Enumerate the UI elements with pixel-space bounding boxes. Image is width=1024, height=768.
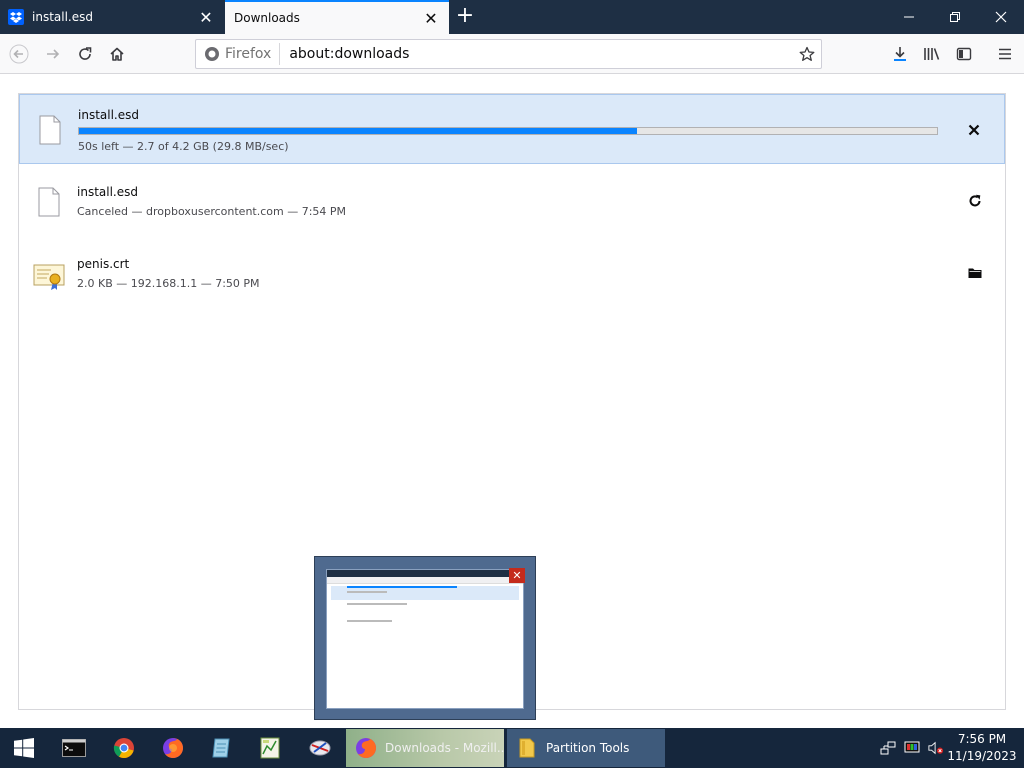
preview-close-icon[interactable]: ✕ xyxy=(509,568,525,583)
download-progress-bar xyxy=(78,127,938,135)
windows-start-icon[interactable] xyxy=(0,728,48,768)
file-icon xyxy=(34,114,66,146)
url-bar[interactable]: Firefox about:downloads xyxy=(195,39,822,69)
taskbar-app-label: Downloads - Mozill... xyxy=(385,741,504,755)
home-icon[interactable] xyxy=(102,39,132,69)
firefox-icon[interactable] xyxy=(149,728,197,768)
file-icon xyxy=(33,186,65,218)
folder-icon[interactable] xyxy=(963,261,987,285)
identity-label: Firefox xyxy=(225,46,272,62)
download-name: install.esd xyxy=(78,108,139,122)
reload-icon[interactable] xyxy=(70,39,100,69)
system-clock[interactable]: 7:56 PM 11/19/2023 xyxy=(944,731,1020,765)
download-item[interactable]: penis.crt 2.0 KB — 192.168.1.1 — 7:50 PM xyxy=(19,238,1005,308)
retry-icon[interactable] xyxy=(963,189,987,213)
preview-thumbnail xyxy=(326,569,524,709)
library-icon[interactable] xyxy=(917,39,947,69)
forward-icon[interactable] xyxy=(38,39,68,69)
download-name: penis.crt xyxy=(77,257,130,271)
download-status: 2.0 KB — 192.168.1.1 — 7:50 PM xyxy=(77,277,260,290)
terminal-icon[interactable] xyxy=(50,728,98,768)
folder-icon xyxy=(516,737,538,759)
chrome-icon[interactable] xyxy=(100,728,148,768)
download-progress-fill xyxy=(79,128,637,134)
download-item[interactable]: install.esd 50s left — 2.7 of 4.2 GB (29… xyxy=(19,94,1005,164)
identity-box[interactable]: Firefox xyxy=(196,43,281,65)
download-status: Canceled — dropboxusercontent.com — 7:54… xyxy=(77,205,347,218)
cancel-icon[interactable] xyxy=(962,118,986,142)
minimize-icon[interactable] xyxy=(886,0,932,34)
taskbar-app-firefox[interactable]: Downloads - Mozill... xyxy=(346,729,504,767)
volume-muted-icon[interactable] xyxy=(928,740,944,756)
notepad-icon[interactable] xyxy=(197,728,245,768)
new-tab-button[interactable]: + xyxy=(452,4,478,30)
firefox-icon xyxy=(355,737,377,759)
download-item[interactable]: install.esd Canceled — dropboxuserconten… xyxy=(19,166,1005,236)
clock-date: 11/19/2023 xyxy=(947,749,1017,763)
tab-label: Downloads xyxy=(234,11,300,25)
navigation-toolbar: Firefox about:downloads xyxy=(0,34,1024,74)
network-icon[interactable] xyxy=(880,740,896,756)
certificate-icon xyxy=(33,260,65,292)
dropbox-icon xyxy=(8,9,24,25)
tab-downloads[interactable]: Downloads ✕ xyxy=(225,0,449,34)
windows-taskbar: Downloads - Mozill... Partition Tools 7:… xyxy=(0,728,1024,768)
taskbar-app-label: Partition Tools xyxy=(546,741,630,755)
tab-bar: install.esd ✕ Downloads ✕ + xyxy=(0,0,1024,34)
url-input[interactable]: about:downloads xyxy=(280,46,793,62)
sidebar-icon[interactable] xyxy=(949,39,979,69)
tab-install-esd[interactable]: install.esd ✕ xyxy=(0,0,224,34)
display-color-icon[interactable] xyxy=(904,740,920,756)
close-tab-icon[interactable]: ✕ xyxy=(194,5,218,29)
spreadsheet-icon[interactable] xyxy=(246,728,294,768)
download-status: 50s left — 2.7 of 4.2 GB (29.8 MB/sec) xyxy=(78,140,289,153)
firefox-identity-icon xyxy=(204,46,220,62)
tool-icon[interactable] xyxy=(296,728,344,768)
menu-icon[interactable] xyxy=(990,39,1020,69)
taskbar-app-partition-tools[interactable]: Partition Tools xyxy=(507,729,665,767)
close-window-icon[interactable] xyxy=(978,0,1024,34)
downloads-icon[interactable] xyxy=(885,39,915,69)
back-icon[interactable] xyxy=(4,39,34,69)
restore-icon[interactable] xyxy=(932,0,978,34)
download-name: install.esd xyxy=(77,185,138,199)
bookmark-star-icon[interactable] xyxy=(793,40,821,68)
taskbar-window-preview[interactable]: ✕ xyxy=(314,556,536,720)
close-tab-icon[interactable]: ✕ xyxy=(419,6,443,30)
clock-time: 7:56 PM xyxy=(957,732,1007,746)
tab-label: install.esd xyxy=(32,10,93,24)
